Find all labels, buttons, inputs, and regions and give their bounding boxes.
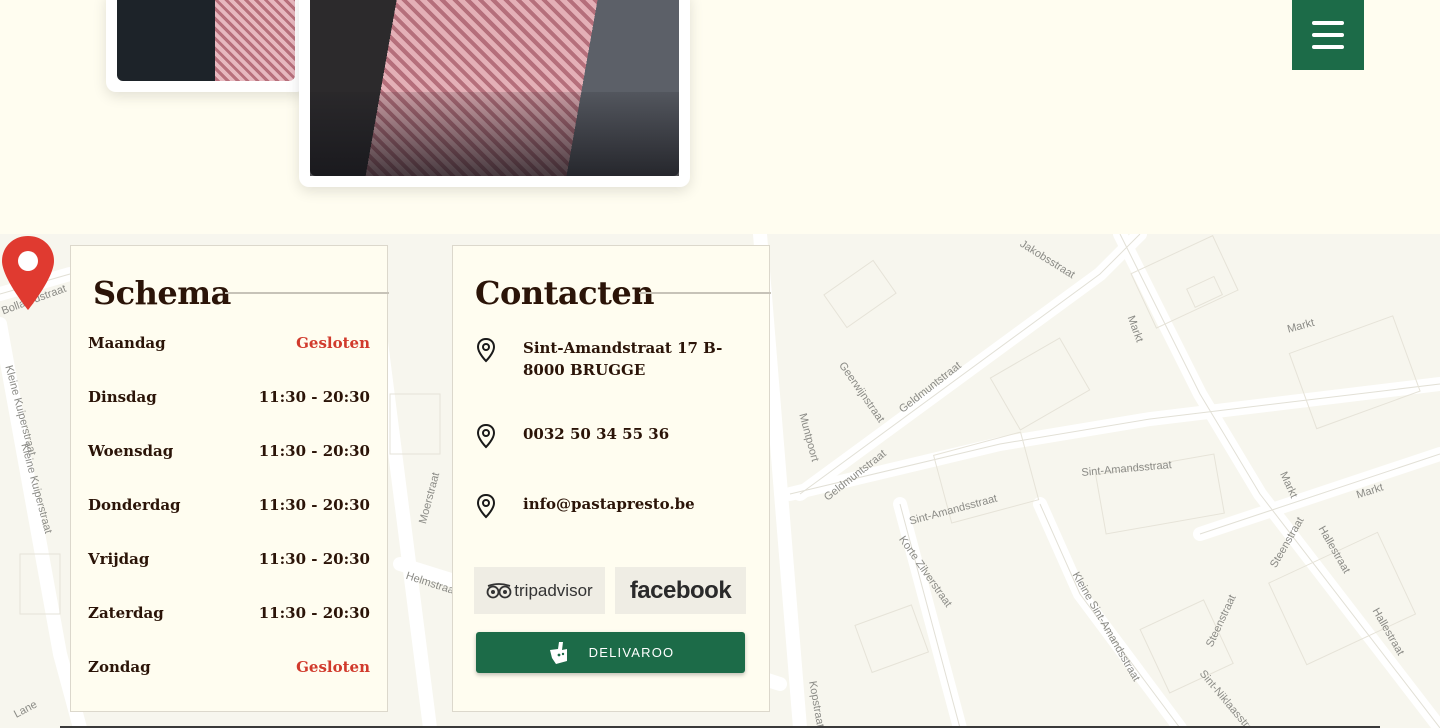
hours-row-sunday: Zondag Gesloten xyxy=(88,655,370,679)
map-pin-icon[interactable] xyxy=(0,234,56,314)
schedule-card: Schema Maandag Gesloten Dinsdag 11:30 - … xyxy=(70,245,389,712)
facebook-link[interactable]: facebook xyxy=(615,567,746,614)
tripadvisor-owl-icon xyxy=(486,582,512,598)
hours-row-thursday: Donderdag 11:30 - 20:30 xyxy=(88,493,370,517)
menu-icon-bar xyxy=(1312,21,1344,25)
hours-value: Gesloten xyxy=(296,334,370,352)
hours-row-saturday: Zaterdag 11:30 - 20:30 xyxy=(88,601,370,625)
phone-text: 0032 50 34 55 36 xyxy=(523,425,670,443)
day-label: Zondag xyxy=(88,658,151,676)
address-text: Sint-Amandstraat 17 B- 8000 BRUGGE xyxy=(523,337,722,381)
facebook-label: facebook xyxy=(629,576,732,604)
menu-icon-bar xyxy=(1312,45,1344,49)
contact-title: Contacten xyxy=(475,274,654,312)
divider xyxy=(225,292,389,294)
tripadvisor-label: tripadvisor xyxy=(514,580,593,600)
hours-value: 11:30 - 20:30 xyxy=(258,442,370,460)
schedule-title: Schema xyxy=(93,274,231,312)
restaurant-photo-small xyxy=(106,0,306,92)
day-label: Dinsdag xyxy=(88,388,157,406)
tripadvisor-link[interactable]: tripadvisor xyxy=(474,567,605,614)
hours-value: 11:30 - 20:30 xyxy=(258,604,370,622)
address-line-2: 8000 BRUGGE xyxy=(523,361,646,379)
location-pin-icon xyxy=(476,493,496,519)
contact-phone[interactable]: 0032 50 34 55 36 xyxy=(475,423,669,449)
hours-value: 11:30 - 20:30 xyxy=(258,550,370,568)
hamburger-menu-button[interactable] xyxy=(1292,0,1364,70)
hours-value: 11:30 - 20:30 xyxy=(258,496,370,514)
address-line-1: Sint-Amandstraat 17 B- xyxy=(523,339,723,357)
day-label: Zaterdag xyxy=(88,604,164,622)
location-pin-icon xyxy=(476,423,496,449)
deliveroo-button[interactable]: DELIVAROO xyxy=(476,632,745,673)
location-pin-icon xyxy=(476,337,496,363)
hours-value: 11:30 - 20:30 xyxy=(258,388,370,406)
hours-row-wednesday: Woensdag 11:30 - 20:30 xyxy=(88,439,370,463)
menu-icon-bar xyxy=(1312,33,1344,37)
day-label: Maandag xyxy=(88,334,166,352)
day-label: Donderdag xyxy=(88,496,181,514)
email-text: info@pastapresto.be xyxy=(523,495,695,513)
deliveroo-label: DELIVAROO xyxy=(588,645,675,660)
contact-email[interactable]: info@pastapresto.be xyxy=(475,493,695,519)
deliveroo-kangaroo-icon xyxy=(549,641,567,664)
hours-row-friday: Vrijdag 11:30 - 20:30 xyxy=(88,547,370,571)
hours-row-tuesday: Dinsdag 11:30 - 20:30 xyxy=(88,385,370,409)
hours-value: Gesloten xyxy=(296,658,370,676)
restaurant-photo-terrace xyxy=(299,0,690,187)
hours-row-monday: Maandag Gesloten xyxy=(88,331,370,355)
contact-card: Contacten Sint-Amandstraat 17 B- 8000 BR… xyxy=(452,245,771,712)
day-label: Woensdag xyxy=(88,442,174,460)
contact-address[interactable]: Sint-Amandstraat 17 B- 8000 BRUGGE xyxy=(475,337,722,381)
divider xyxy=(639,292,771,294)
day-label: Vrijdag xyxy=(88,550,150,568)
